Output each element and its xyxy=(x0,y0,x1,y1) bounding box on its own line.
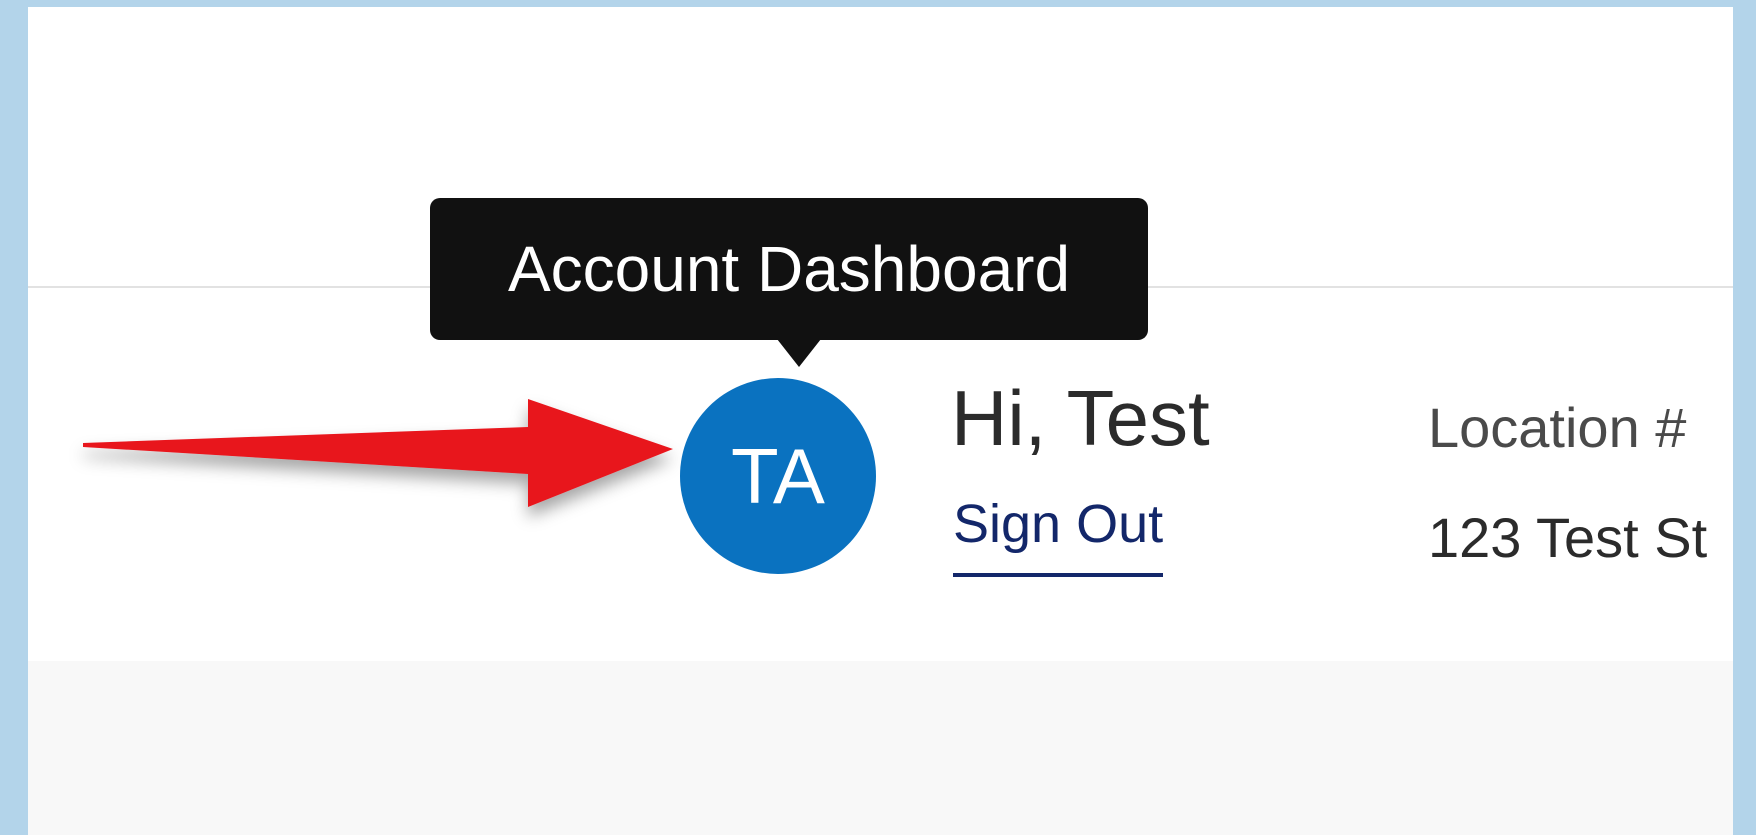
account-dashboard-tooltip: Account Dashboard xyxy=(430,198,1148,340)
account-avatar-button[interactable]: TA xyxy=(680,378,876,574)
location-label: Location # xyxy=(1428,396,1687,459)
sign-out-link[interactable]: Sign Out xyxy=(953,497,1164,577)
content-area xyxy=(28,661,1733,835)
tooltip-pointer xyxy=(777,339,821,367)
user-greeting: Hi, Test xyxy=(951,374,1210,462)
tooltip-text: Account Dashboard xyxy=(507,233,1071,305)
avatar-initials: TA xyxy=(731,431,825,520)
location-address: 123 Test St xyxy=(1428,506,1708,569)
page-frame: Account Dashboard TA Hi, Test Sign Out L… xyxy=(28,7,1733,835)
red-arrow-icon xyxy=(83,399,673,507)
